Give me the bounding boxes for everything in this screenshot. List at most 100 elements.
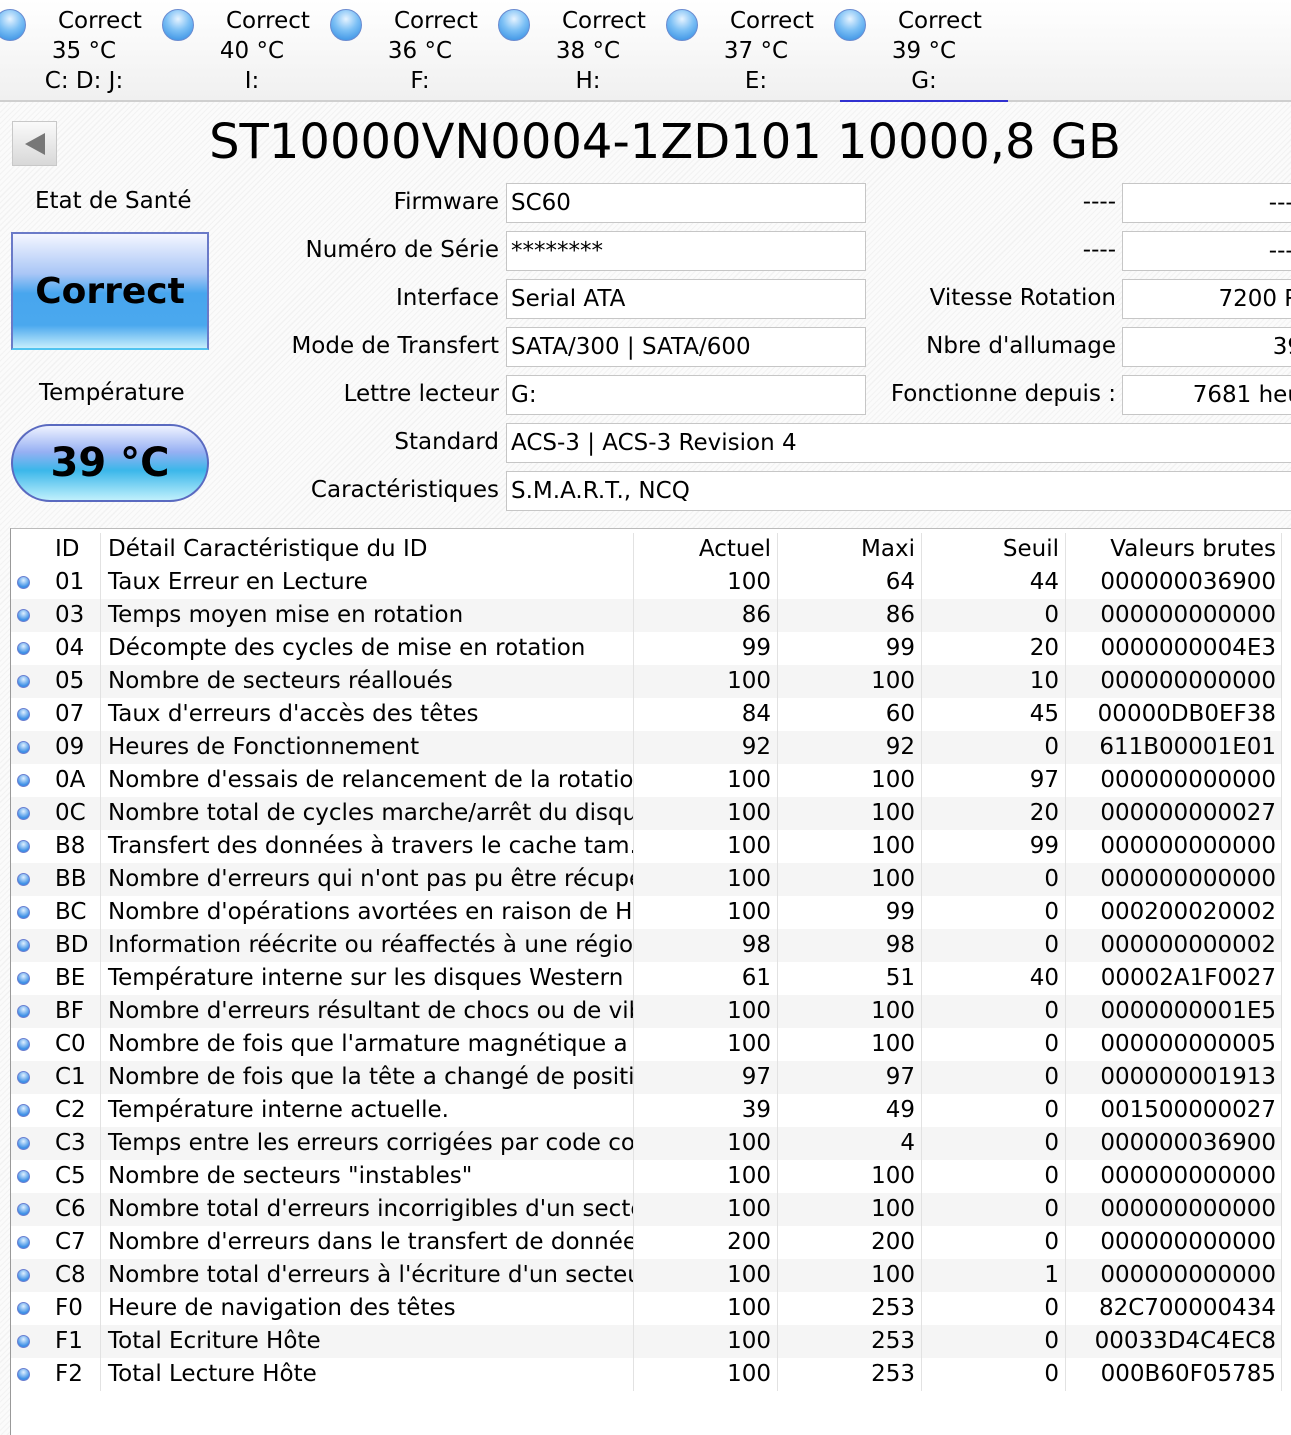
attribute-name-cell: Nombre de fois que l'armature magnétique… — [101, 1028, 634, 1061]
table-row[interactable]: C7 Nombre d'erreurs dans le transfert de … — [11, 1226, 1282, 1259]
table-row[interactable]: C5 Nombre de secteurs "instables" 100 100 0 0… — [11, 1160, 1282, 1193]
attribute-name-cell: Nombre d'opérations avortées en raison d… — [101, 896, 634, 929]
health-dot-icon — [330, 9, 362, 41]
worst-cell: 100 — [778, 797, 922, 830]
status-cell — [11, 566, 39, 599]
drive-tab-e[interactable]: Correct 37 °C E: — [666, 6, 840, 102]
header-current[interactable]: Actuel — [634, 533, 778, 566]
current-cell: 100 — [634, 1028, 778, 1061]
current-cell: 92 — [634, 731, 778, 764]
header-detail[interactable]: Détail Caractéristique du ID — [101, 533, 634, 566]
table-row[interactable]: 0A Nombre d'essais de relancement de la r… — [11, 764, 1282, 797]
table-row[interactable]: BE Température interne sur les disques We… — [11, 962, 1282, 995]
tab-temperature: 38 °C — [555, 38, 621, 64]
attribute-name-cell: Nombre de fois que la tête a changé de p… — [101, 1061, 634, 1094]
features-field: S.M.A.R.T., NCQ — [506, 471, 1291, 511]
table-row[interactable]: BD Information réécrite ou réaffectés à u… — [11, 929, 1282, 962]
header-raw[interactable]: Valeurs brutes — [1066, 533, 1282, 566]
status-cell — [11, 1259, 39, 1292]
worst-cell: 49 — [778, 1094, 922, 1127]
id-cell: BC — [39, 896, 101, 929]
status-dot-icon — [17, 1170, 30, 1183]
table-row[interactable]: 03 Temps moyen mise en rotation 86 86 0 00000… — [11, 599, 1282, 632]
raw-value-cell: 000200020002 — [1066, 896, 1282, 929]
tab-drive-letters: G: — [911, 68, 937, 94]
raw-value-cell: 82C700000434 — [1066, 1292, 1282, 1325]
raw-value-cell: 000000000027 — [1066, 797, 1282, 830]
id-cell: C0 — [39, 1028, 101, 1061]
table-row[interactable]: BB Nombre d'erreurs qui n'ont pas pu être… — [11, 863, 1282, 896]
table-row[interactable]: 05 Nombre de secteurs réalloués 100 100 10 00… — [11, 665, 1282, 698]
current-cell: 100 — [634, 995, 778, 1028]
header-threshold[interactable]: Seuil — [922, 533, 1066, 566]
threshold-cell: 10 — [922, 665, 1066, 698]
table-row[interactable]: F0 Heure de navigation des têtes 100 253 0 82… — [11, 1292, 1282, 1325]
threshold-cell: 44 — [922, 566, 1066, 599]
attribute-name-cell: Total Ecriture Hôte — [101, 1325, 634, 1358]
status-cell — [11, 1061, 39, 1094]
table-row[interactable]: 01 Taux Erreur en Lecture 100 64 44 000000036… — [11, 566, 1282, 599]
table-row[interactable]: C3 Temps entre les erreurs corrigées par … — [11, 1127, 1282, 1160]
current-cell: 100 — [634, 665, 778, 698]
drive-title: ST10000VN0004-1ZD101 10000,8 GB — [209, 114, 1121, 170]
table-row[interactable]: 04 Décompte des cycles de mise en rotatio… — [11, 632, 1282, 665]
drive-tab-cdj[interactable]: Correct 35 °C C: D: J: — [0, 6, 168, 102]
drive-tab-h[interactable]: Correct 38 °C H: — [498, 6, 672, 102]
status-dot-icon — [17, 774, 30, 787]
threshold-cell: 0 — [922, 731, 1066, 764]
tab-drive-letters: I: — [244, 68, 260, 94]
health-dot-icon — [666, 9, 698, 41]
status-dot-icon — [17, 675, 30, 688]
status-dot-icon — [17, 1038, 30, 1051]
health-dot-icon — [498, 9, 530, 41]
tab-drive-letters: F: — [410, 68, 430, 94]
status-dot-icon — [17, 873, 30, 886]
current-cell: 200 — [634, 1226, 778, 1259]
raw-value-cell: 000000000000 — [1066, 863, 1282, 896]
table-row[interactable]: BC Nombre d'opérations avortées en raison… — [11, 896, 1282, 929]
table-row[interactable]: BF Nombre d'erreurs résultant de chocs ou… — [11, 995, 1282, 1028]
id-cell: 03 — [39, 599, 101, 632]
attribute-name-cell: Nombre d'essais de relancement de la rot… — [101, 764, 634, 797]
interface-label: Interface — [396, 285, 499, 311]
table-row[interactable]: 09 Heures de Fonctionnement 92 92 0 611B00001… — [11, 731, 1282, 764]
current-cell: 100 — [634, 830, 778, 863]
health-status-button[interactable]: Correct — [11, 232, 209, 350]
table-row[interactable]: F2 Total Lecture Hôte 100 253 0 000B60F05785 — [11, 1358, 1282, 1391]
table-row[interactable]: 07 Taux d'erreurs d'accès des têtes 84 60 45… — [11, 698, 1282, 731]
header-worst[interactable]: Maxi — [778, 533, 922, 566]
id-cell: C1 — [39, 1061, 101, 1094]
table-row[interactable]: F1 Total Ecriture Hôte 100 253 0 00033D4C4EC8 — [11, 1325, 1282, 1358]
table-row[interactable]: C1 Nombre de fois que la tête a changé de… — [11, 1061, 1282, 1094]
current-cell: 100 — [634, 1292, 778, 1325]
table-row[interactable]: 0C Nombre total de cycles marche/arrêt du… — [11, 797, 1282, 830]
raw-value-cell: 000000000005 — [1066, 1028, 1282, 1061]
current-cell: 100 — [634, 1259, 778, 1292]
drive-tab-i[interactable]: Correct 40 °C I: — [162, 6, 336, 102]
drive-tab-g[interactable]: Correct 39 °C G: — [834, 6, 1008, 102]
worst-cell: 253 — [778, 1325, 922, 1358]
rotation-speed-label: Vitesse Rotation — [929, 285, 1116, 311]
raw-value-cell: 000000000000 — [1066, 1259, 1282, 1292]
current-cell: 100 — [634, 896, 778, 929]
status-cell — [11, 797, 39, 830]
worst-cell: 100 — [778, 764, 922, 797]
table-row[interactable]: C6 Nombre total d'erreurs incorrigibles d… — [11, 1193, 1282, 1226]
previous-drive-button[interactable] — [12, 121, 57, 166]
status-cell — [11, 1127, 39, 1160]
id-cell: BB — [39, 863, 101, 896]
drive-tab-f[interactable]: Correct 36 °C F: — [330, 6, 504, 102]
header-id[interactable]: ID — [39, 533, 101, 566]
table-row[interactable]: B8 Transfert des données à travers le cac… — [11, 830, 1282, 863]
table-row[interactable]: C8 Nombre total d'erreurs à l'écriture d'… — [11, 1259, 1282, 1292]
table-row[interactable]: C2 Température interne actuelle. 39 49 0 0015… — [11, 1094, 1282, 1127]
smart-attributes-table[interactable]: ID Détail Caractéristique du ID Actuel Maxi… — [10, 528, 1291, 1435]
serial-label: Numéro de Série — [305, 237, 499, 263]
attribute-name-cell: Nombre total de cycles marche/arrêt du d… — [101, 797, 634, 830]
table-row[interactable]: C0 Nombre de fois que l'armature magnétiq… — [11, 1028, 1282, 1061]
transfer-mode-field: SATA/300 | SATA/600 — [506, 327, 866, 367]
worst-cell: 100 — [778, 830, 922, 863]
unknown-label-2: ---- — [1082, 237, 1116, 263]
id-cell: C7 — [39, 1226, 101, 1259]
worst-cell: 100 — [778, 995, 922, 1028]
